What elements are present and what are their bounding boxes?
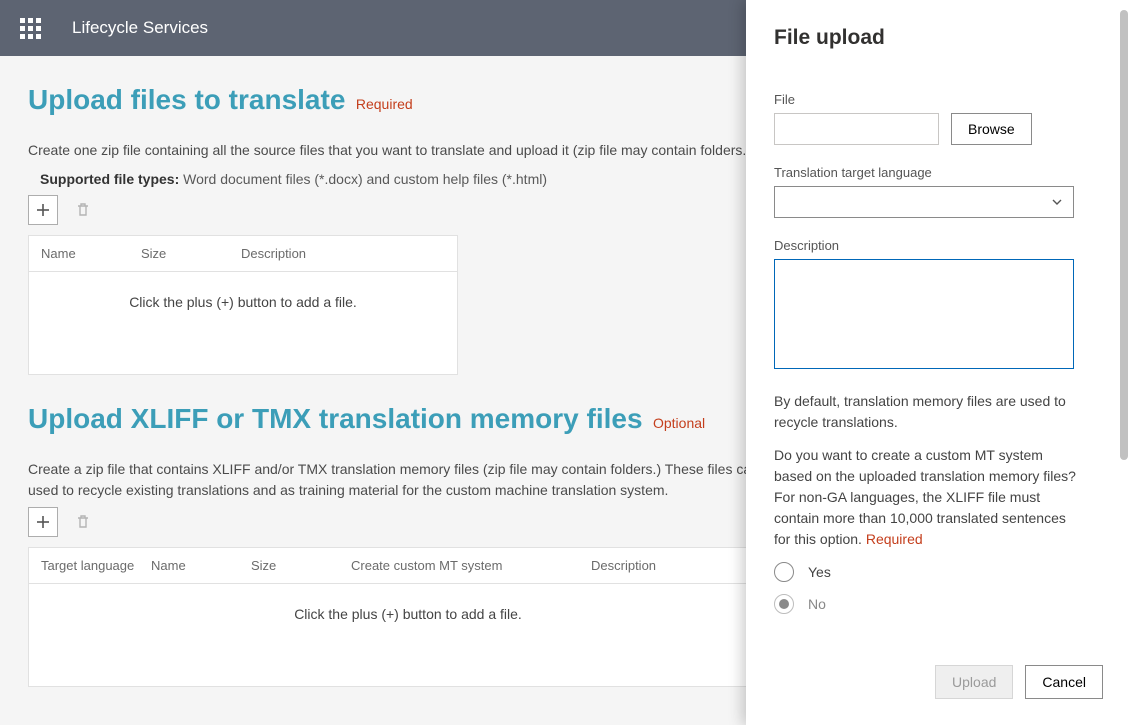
upload-button: Upload <box>935 665 1013 699</box>
target-language-select[interactable] <box>774 186 1074 218</box>
plus-icon <box>35 202 51 218</box>
delete-file-button <box>68 195 98 225</box>
panel-info-recycle: By default, translation memory files are… <box>774 391 1084 433</box>
plus-icon <box>35 514 51 530</box>
page-scrollbar[interactable] <box>1117 0 1131 725</box>
description-textarea[interactable] <box>774 259 1074 369</box>
add-tm-file-button[interactable] <box>28 507 58 537</box>
file-field-label: File <box>774 92 1103 107</box>
chevron-down-icon <box>1051 196 1063 208</box>
tm-grid-empty-message: Click the plus (+) button to add a file. <box>29 584 787 686</box>
tm-grid-header: Target language Name Size Create custom … <box>29 548 787 584</box>
section-desc-tm: Create a zip file that contains XLIFF an… <box>28 459 788 501</box>
col-desc: Description <box>241 246 445 261</box>
desc-field-label: Description <box>774 238 1103 253</box>
radio-no-row[interactable]: No <box>774 594 1103 614</box>
col-target-lang: Target language <box>41 558 151 573</box>
radio-yes[interactable] <box>774 562 794 582</box>
trash-icon <box>75 202 91 218</box>
files-grid: Name Size Description Click the plus (+)… <box>28 235 458 375</box>
col-size: Size <box>141 246 241 261</box>
col-name: Name <box>41 246 141 261</box>
radio-yes-label: Yes <box>808 564 831 580</box>
cancel-button[interactable]: Cancel <box>1025 665 1103 699</box>
panel-info-mt-text: Do you want to create a custom MT system… <box>774 447 1076 547</box>
panel-footer: Upload Cancel <box>774 665 1103 705</box>
col-create-mt: Create custom MT system <box>351 558 591 573</box>
delete-tm-file-button <box>68 507 98 537</box>
scrollbar-thumb[interactable] <box>1120 10 1128 460</box>
browse-button[interactable]: Browse <box>951 113 1032 145</box>
app-launcher-icon[interactable] <box>16 14 44 42</box>
panel-required-tag: Required <box>866 531 923 547</box>
grid-header: Name Size Description <box>29 236 457 272</box>
file-upload-panel: File upload File Browse Translation targ… <box>746 0 1131 725</box>
lang-field-label: Translation target language <box>774 165 1103 180</box>
col-size: Size <box>251 558 351 573</box>
app-title: Lifecycle Services <box>72 18 208 38</box>
required-tag: Required <box>356 96 413 112</box>
radio-no-label: No <box>808 596 826 612</box>
panel-title: File upload <box>774 26 1103 50</box>
trash-icon <box>75 514 91 530</box>
supported-value: Word document files (*.docx) and custom … <box>183 171 547 187</box>
radio-yes-row[interactable]: Yes <box>774 562 1103 582</box>
panel-info-mt: Do you want to create a custom MT system… <box>774 445 1084 550</box>
radio-no[interactable] <box>774 594 794 614</box>
grid-empty-message: Click the plus (+) button to add a file. <box>29 272 457 374</box>
optional-tag: Optional <box>653 415 705 431</box>
section-title-tm: Upload XLIFF or TMX translation memory f… <box>28 403 643 434</box>
supported-label: Supported file types: <box>40 171 179 187</box>
col-name: Name <box>151 558 251 573</box>
section-title-upload: Upload files to translate <box>28 84 345 115</box>
tm-files-grid: Target language Name Size Create custom … <box>28 547 788 687</box>
file-input[interactable] <box>774 113 939 145</box>
add-file-button[interactable] <box>28 195 58 225</box>
file-row: Browse <box>774 113 1103 145</box>
